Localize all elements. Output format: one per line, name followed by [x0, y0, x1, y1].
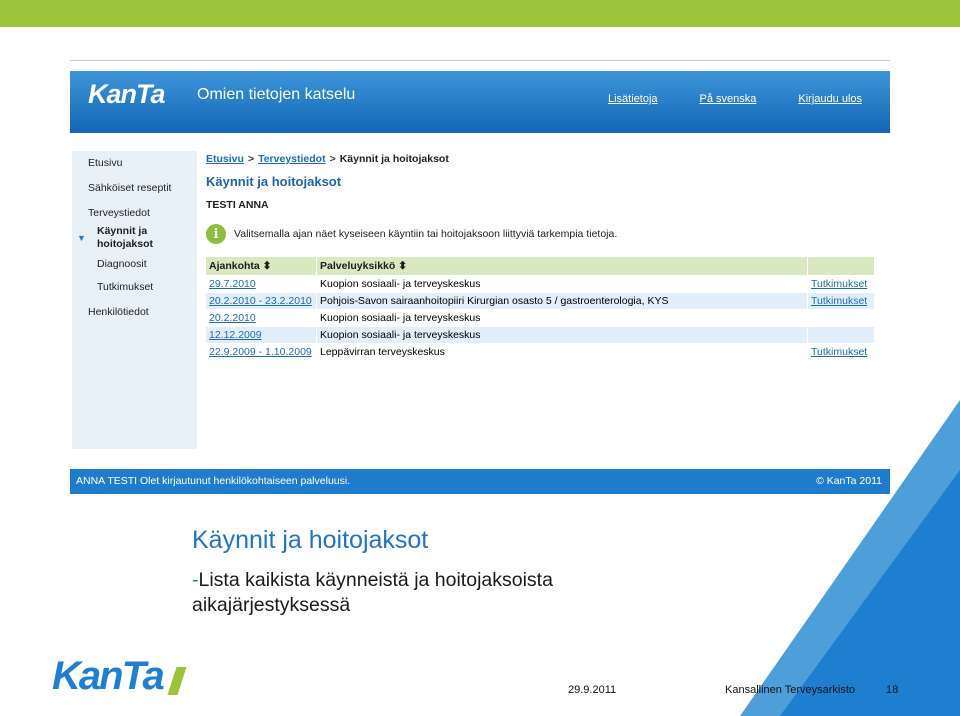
table-row: 22.9.2009 - 1.10.2009 Leppävirran tervey…	[206, 343, 875, 360]
info-message: i Valitsemalla ajan näet kyseiseen käynt…	[206, 223, 617, 245]
table-header-row: Ajankohta ⬍ Palveluyksikkö ⬍	[206, 257, 875, 276]
sidebar-item-tutkimukset[interactable]: Tutkimukset	[97, 281, 153, 293]
breadcrumb: Etusivu > Terveystiedot > Käynnit ja hoitoja…	[206, 153, 449, 165]
sidebar-nav: Etusivu Sähköiset reseptit Terveystiedot…	[72, 151, 197, 449]
copyright-text: © KanTa 2011	[816, 475, 882, 487]
visit-unit: Kuopion sosiaali- ja terveyskeskus	[316, 275, 808, 293]
visit-actions: Tutkimukset	[807, 343, 875, 360]
app-header-title: Omien tietojen katselu	[197, 86, 356, 103]
date-link[interactable]: 20.2.2010	[209, 312, 256, 324]
tutkimukset-link[interactable]: Tutkimukset	[811, 278, 867, 290]
sidebar-item-etusivu[interactable]: Etusivu	[88, 157, 122, 169]
visit-date-link[interactable]: 22.9.2009 - 1.10.2009	[206, 343, 317, 360]
sidebar-item-sahkoiset-reseptit[interactable]: Sähköiset reseptit	[88, 182, 171, 194]
kanta-app-screenshot: KanTa Omien tietojen katselu Lisätietoja…	[70, 60, 890, 496]
column-header-actions	[807, 257, 875, 276]
sidebar-item-terveystiedot[interactable]: Terveystiedot	[88, 207, 150, 219]
slide-body: -Lista kaikista käynneistä ja hoitojakso…	[192, 568, 712, 618]
login-status-text: ANNA TESTI Olet kirjautunut henkilökohta…	[76, 475, 351, 487]
visit-unit: Pohjois-Savon sairaanhoitopiiri Kirurgia…	[316, 292, 808, 310]
table-row: 12.12.2009 Kuopion sosiaali- ja terveysk…	[206, 326, 875, 344]
column-header-ajankohta[interactable]: Ajankohta ⬍	[206, 257, 317, 276]
expanded-arrow-icon: ▼	[77, 233, 86, 243]
slide-body-text: Lista kaikista käynneistä ja hoitojaksoi…	[192, 569, 553, 616]
visits-table: Ajankohta ⬍ Palveluyksikkö ⬍ 29.7.2010 K…	[206, 257, 875, 360]
breadcrumb-separator: >	[247, 153, 255, 165]
sidebar-item-kaynnit-ja-hoitojaksot[interactable]: Käynnit ja hoitojaksot	[97, 225, 167, 251]
tutkimukset-link[interactable]: Tutkimukset	[811, 295, 867, 307]
date-link[interactable]: 29.7.2010	[209, 278, 256, 290]
date-link[interactable]: 12.12.2009	[209, 329, 262, 341]
visit-unit: Leppävirran terveyskeskus	[316, 343, 808, 360]
column-header-palveluyksikko[interactable]: Palveluyksikkö ⬍	[316, 257, 808, 276]
patient-name: TESTI ANNA	[206, 199, 269, 211]
info-icon: i	[206, 224, 226, 244]
breadcrumb-current: Käynnit ja hoitojaksot	[339, 153, 449, 165]
lisatietoja-link[interactable]: Lisätietoja	[608, 93, 658, 105]
pa-svenska-link[interactable]: På svenska	[700, 93, 757, 105]
visit-date-link[interactable]: 20.2.2010	[206, 309, 317, 327]
tutkimukset-link[interactable]: Tutkimukset	[811, 346, 867, 358]
info-text: Valitsemalla ajan näet kyseiseen käyntii…	[234, 228, 618, 240]
header-links: Lisätietoja På svenska Kirjaudu ulos	[566, 93, 862, 105]
breadcrumb-etusivu[interactable]: Etusivu	[206, 153, 244, 165]
visit-unit: Kuopion sosiaali- ja terveyskeskus	[316, 309, 808, 327]
table-row: 29.7.2010 Kuopion sosiaali- ja terveyske…	[206, 275, 875, 293]
top-accent-bar	[0, 0, 960, 27]
logo-stripe-decoration	[167, 667, 187, 695]
page-title: Käynnit ja hoitojaksot	[206, 174, 342, 189]
footer-organization: Kansallinen Terveysarkisto	[725, 684, 856, 696]
breadcrumb-separator: >	[329, 153, 336, 165]
kanta-logo: KanTa	[88, 79, 166, 109]
visit-date-link[interactable]: 12.12.2009	[206, 326, 317, 344]
kirjaudu-ulos-link[interactable]: Kirjaudu ulos	[798, 93, 862, 105]
visit-actions	[807, 309, 875, 327]
table-row: 20.2.2010 Kuopion sosiaali- ja terveyske…	[206, 309, 875, 327]
date-link[interactable]: 22.9.2009 - 1.10.2009	[209, 346, 312, 358]
date-link[interactable]: 20.2.2010 - 23.2.2010	[209, 295, 312, 307]
sidebar-item-diagnoosit[interactable]: Diagnoosit	[97, 258, 147, 270]
slide-title: Käynnit ja hoitojaksot	[192, 526, 429, 554]
breadcrumb-terveystiedot[interactable]: Terveystiedot	[258, 153, 326, 165]
app-header: KanTa Omien tietojen katselu Lisätietoja…	[70, 63, 890, 133]
sidebar-item-henkilotiedot[interactable]: Henkilötiedot	[88, 306, 149, 318]
visit-date-link[interactable]: 29.7.2010	[206, 275, 317, 293]
app-footer-bar: ANNA TESTI Olet kirjautunut henkilökohta…	[70, 469, 890, 494]
kanta-footer-logo: KanTa	[52, 654, 165, 698]
visit-date-link[interactable]: 20.2.2010 - 23.2.2010	[206, 292, 317, 310]
page-number: 18	[886, 684, 899, 696]
visit-unit: Kuopion sosiaali- ja terveyskeskus	[316, 326, 808, 344]
footer-date: 29.9.2011	[568, 684, 617, 696]
visit-actions: Tutkimukset	[807, 275, 875, 293]
table-row: 20.2.2010 - 23.2.2010 Pohjois-Savon sair…	[206, 292, 875, 310]
visit-actions	[807, 326, 875, 344]
visit-actions: Tutkimukset	[807, 292, 875, 310]
